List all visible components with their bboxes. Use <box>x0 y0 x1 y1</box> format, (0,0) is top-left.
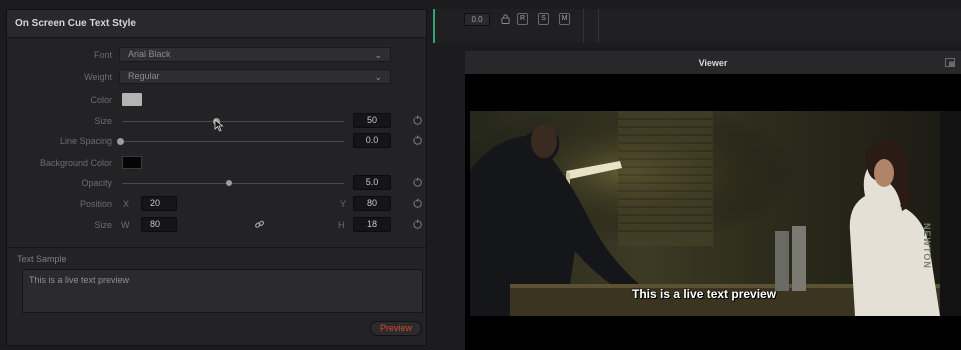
caption-overlay: This is a live text preview <box>632 287 777 301</box>
position-row: Position X 20 Y 80 <box>7 196 426 212</box>
background-color-swatch[interactable] <box>122 156 142 169</box>
link-icon[interactable] <box>254 219 265 230</box>
panel-title: On Screen Cue Text Style <box>7 10 426 38</box>
position-x-label: X <box>123 199 130 209</box>
video-frame[interactable]: NEWTON This is a live text preview <box>470 111 961 316</box>
reset-icon[interactable] <box>412 198 423 209</box>
box-size-row: Size W 80 H 18 <box>7 217 426 233</box>
track-header <box>433 9 961 43</box>
reset-icon[interactable] <box>412 177 423 188</box>
weight-value: Regular <box>128 71 160 81</box>
line-spacing-input[interactable]: 0.0 <box>353 133 391 148</box>
color-row: Color <box>7 92 426 108</box>
weight-label: Weight <box>84 72 112 82</box>
reset-icon[interactable] <box>412 135 423 146</box>
sign-text: NEWTON <box>922 223 932 269</box>
width-input[interactable]: 80 <box>141 217 177 232</box>
line-spacing-slider-thumb[interactable] <box>117 138 124 145</box>
opacity-input[interactable]: 5.0 <box>353 175 391 190</box>
preview-button[interactable]: Preview <box>370 321 422 336</box>
reset-icon[interactable] <box>412 219 423 230</box>
expand-icon[interactable] <box>945 58 955 67</box>
height-label: H <box>338 220 345 230</box>
size-row: Size 50 <box>7 113 426 132</box>
opacity-slider-track[interactable] <box>122 183 344 184</box>
background-color-row: Background Color <box>7 155 426 171</box>
size-label: Size <box>94 116 112 126</box>
divider <box>598 9 599 43</box>
line-spacing-row: Line Spacing 0.0 <box>7 133 426 149</box>
reset-icon[interactable] <box>412 115 423 126</box>
opacity-row: Opacity 5.0 <box>7 175 426 191</box>
mute-button[interactable]: M <box>559 13 570 25</box>
track-timecode[interactable]: 0.0 <box>464 13 490 26</box>
position-y-input[interactable]: 80 <box>353 196 391 211</box>
opacity-slider-thumb[interactable] <box>226 180 232 186</box>
position-label: Position <box>79 199 112 209</box>
video-image <box>470 111 961 316</box>
divider <box>583 9 584 43</box>
weight-row: Weight Regular ⌄ <box>7 69 426 85</box>
box-size-label: Size <box>94 220 112 230</box>
text-color-swatch[interactable] <box>122 93 142 106</box>
height-input[interactable]: 18 <box>353 217 391 232</box>
weight-dropdown[interactable]: Regular ⌄ <box>119 69 391 84</box>
line-spacing-label: Line Spacing <box>59 136 112 146</box>
record-button[interactable]: R <box>517 13 528 25</box>
line-spacing-slider-track[interactable] <box>122 141 344 142</box>
opacity-label: Opacity <box>81 178 112 188</box>
viewer-panel: Viewer NEWTON This is a live text previe… <box>465 51 961 350</box>
font-dropdown[interactable]: Arial Black ⌄ <box>119 47 391 62</box>
position-y-label: Y <box>340 199 347 209</box>
text-sample-header: Text Sample <box>7 247 426 269</box>
chevron-down-icon: ⌄ <box>374 50 382 60</box>
color-label: Color <box>90 95 112 105</box>
lock-icon[interactable] <box>501 14 510 24</box>
font-value: Arial Black <box>128 49 171 59</box>
viewer-title: Viewer <box>698 57 728 68</box>
background-color-label: Background Color <box>39 158 112 168</box>
size-input[interactable]: 50 <box>353 113 391 128</box>
cue-text-style-panel: On Screen Cue Text Style Font Arial Blac… <box>6 9 427 346</box>
text-sample-field[interactable]: This is a live text preview <box>22 269 423 313</box>
size-slider-track[interactable] <box>122 121 344 122</box>
position-x-input[interactable]: 20 <box>141 196 177 211</box>
chevron-down-icon: ⌄ <box>374 72 382 82</box>
viewer-header: Viewer <box>465 51 961 74</box>
solo-button[interactable]: S <box>538 13 549 25</box>
font-label: Font <box>93 50 112 60</box>
width-label: W <box>121 220 130 230</box>
mouse-cursor-icon <box>214 119 224 132</box>
font-row: Font Arial Black ⌄ <box>7 47 426 63</box>
